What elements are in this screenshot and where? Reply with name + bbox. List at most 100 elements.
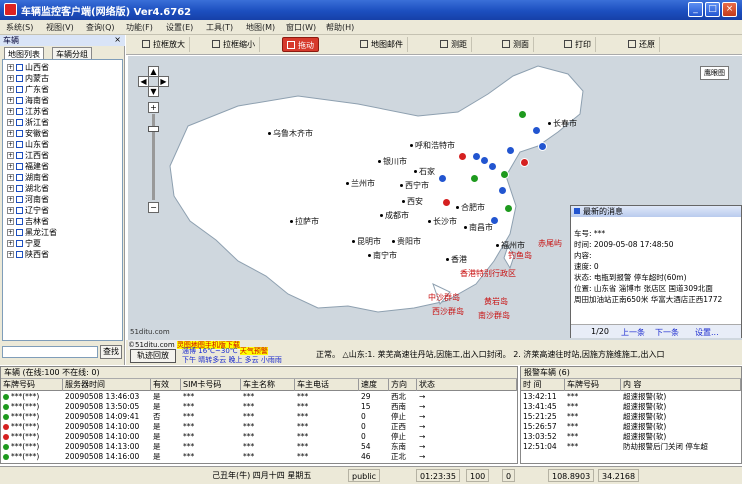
column-header[interactable]: SIM卡号码 (181, 379, 241, 391)
checkbox[interactable] (16, 152, 23, 159)
table-row[interactable]: ***(***) 20090508 14:13:00 是 *** *** *** 54 东南 → (1, 442, 517, 452)
tree-item[interactable]: + 安徽省 (7, 129, 49, 139)
tree-item[interactable]: + 内蒙古 (7, 74, 49, 84)
expand-icon[interactable]: + (7, 119, 14, 126)
expand-icon[interactable]: + (7, 196, 14, 203)
expand-icon[interactable]: + (7, 152, 14, 159)
search-button[interactable]: 查找 (100, 345, 122, 359)
tree-item[interactable]: + 湖南省 (7, 173, 49, 183)
vehicle-search-input[interactable] (2, 346, 98, 358)
tree-item[interactable]: + 福建省 (7, 162, 49, 172)
menu-map[interactable]: 地图(M) (246, 22, 275, 33)
vehicle-marker[interactable] (520, 158, 529, 167)
checkbox[interactable] (16, 64, 23, 71)
checkbox[interactable] (16, 141, 23, 148)
restore-button[interactable]: 还原 (624, 37, 660, 52)
tree-item[interactable]: + 山东省 (7, 140, 49, 150)
column-header[interactable]: 方向 (389, 379, 417, 391)
expand-icon[interactable]: + (7, 163, 14, 170)
menu-view[interactable]: 视图(V) (46, 22, 74, 33)
tab-map-list[interactable]: 地图列表 (4, 47, 44, 59)
next-message-link[interactable]: 下一条 (655, 327, 679, 338)
tab-vehicle-group[interactable]: 车辆分组 (52, 47, 92, 59)
tree-item[interactable]: + 陕西省 (7, 250, 49, 260)
expand-icon[interactable]: + (7, 75, 14, 82)
checkbox[interactable] (16, 163, 23, 170)
tree-item[interactable]: + 河南省 (7, 195, 49, 205)
tree-item[interactable]: + 江西省 (7, 151, 49, 161)
vehicle-marker[interactable] (488, 162, 497, 171)
checkbox[interactable] (16, 196, 23, 203)
tree-item[interactable]: + 浙江省 (7, 118, 49, 128)
vehicle-marker[interactable] (504, 204, 513, 213)
zoom-slider-handle[interactable] (148, 126, 159, 132)
tree-item[interactable]: + 辽宁省 (7, 206, 49, 216)
tree-item[interactable]: + 广东省 (7, 85, 49, 95)
zoom-in-box-button[interactable]: 拉框放大 (138, 37, 190, 52)
table-row[interactable]: 13:42:11 *** 超速报警(软) (521, 392, 741, 402)
menu-function[interactable]: 功能(F) (126, 22, 153, 33)
checkbox[interactable] (16, 108, 23, 115)
tree-item[interactable]: + 湖北省 (7, 184, 49, 194)
vehicle-marker[interactable] (470, 174, 479, 183)
prev-message-link[interactable]: 上一条 (621, 327, 645, 338)
column-header[interactable]: 状态 (417, 379, 517, 391)
checkbox[interactable] (16, 185, 23, 192)
vehicle-marker[interactable] (500, 170, 509, 179)
checkbox[interactable] (16, 97, 23, 104)
menu-system[interactable]: 系统(S) (6, 22, 33, 33)
checkbox[interactable] (16, 207, 23, 214)
menu-settings[interactable]: 设置(E) (166, 22, 193, 33)
message-settings-link[interactable]: 设置... (695, 327, 719, 338)
expand-icon[interactable]: + (7, 240, 14, 247)
vehicle-marker[interactable] (498, 186, 507, 195)
vehicle-marker[interactable] (538, 142, 547, 151)
expand-icon[interactable]: + (7, 108, 14, 115)
checkbox[interactable] (16, 251, 23, 258)
table-row[interactable]: ***(***) 20090508 13:46:03 是 *** *** *** 29 西北 → (1, 392, 517, 402)
vehicle-marker[interactable] (442, 198, 451, 207)
column-header[interactable]: 车主电话 (295, 379, 359, 391)
tree-item[interactable]: + 江苏省 (7, 107, 49, 117)
tree-item[interactable]: + 吉林省 (7, 217, 49, 227)
column-header[interactable]: 时 间 (521, 379, 565, 391)
expand-icon[interactable]: + (7, 130, 14, 137)
tree-item[interactable]: + 海南省 (7, 96, 49, 106)
table-row[interactable]: 15:26:57 *** 超速报警(软) (521, 422, 741, 432)
table-row[interactable]: 13:03:52 *** 超速报警(软) (521, 432, 741, 442)
menu-help[interactable]: 帮助(H) (326, 22, 354, 33)
measure-area-button[interactable]: 测面 (498, 37, 534, 52)
vehicle-marker[interactable] (490, 216, 499, 225)
menu-tools[interactable]: 工具(T) (206, 22, 233, 33)
vehicle-marker[interactable] (532, 126, 541, 135)
table-row[interactable]: ***(***) 20090508 14:10:00 是 *** *** *** 0 停止 → (1, 432, 517, 442)
expand-icon[interactable]: + (7, 207, 14, 214)
expand-icon[interactable]: + (7, 229, 14, 236)
zoom-out-box-button[interactable]: 拉框缩小 (208, 37, 260, 52)
checkbox[interactable] (16, 174, 23, 181)
table-row[interactable]: ***(***) 20090508 13:50:05 是 *** *** *** 15 西南 → (1, 402, 517, 412)
expand-icon[interactable]: + (7, 174, 14, 181)
table-row[interactable]: 12:51:04 *** 防劫报警后门关闭 停车超 (521, 442, 741, 452)
vehicle-marker[interactable] (518, 110, 527, 119)
pan-right-icon[interactable]: ▶ (158, 76, 169, 87)
checkbox[interactable] (16, 75, 23, 82)
minimize-button[interactable]: _ (688, 2, 703, 17)
map-info-button[interactable]: 地图邮件 (356, 37, 408, 52)
expand-icon[interactable]: + (7, 86, 14, 93)
table-row[interactable]: ***(***) 20090508 14:10:00 是 *** *** *** 0 正西 → (1, 422, 517, 432)
column-header[interactable]: 车主名称 (241, 379, 295, 391)
zoom-plus-icon[interactable]: + (148, 102, 159, 113)
table-row[interactable]: 15:21:25 *** 超速报警(软) (521, 412, 741, 422)
expand-icon[interactable]: + (7, 251, 14, 258)
column-header[interactable]: 服务器时间 (63, 379, 151, 391)
table-row[interactable]: ***(***) 20090508 14:09:41 否 *** *** *** 0 停止 → (1, 412, 517, 422)
expand-icon[interactable]: + (7, 185, 14, 192)
weather-alert[interactable]: 天气预警 (239, 347, 268, 355)
checkbox[interactable] (16, 229, 23, 236)
menu-query[interactable]: 查询(Q) (86, 22, 115, 33)
checkbox[interactable] (16, 240, 23, 247)
expand-icon[interactable]: + (7, 218, 14, 225)
column-header[interactable]: 车牌号码 (565, 379, 621, 391)
expand-icon[interactable]: + (7, 64, 14, 71)
